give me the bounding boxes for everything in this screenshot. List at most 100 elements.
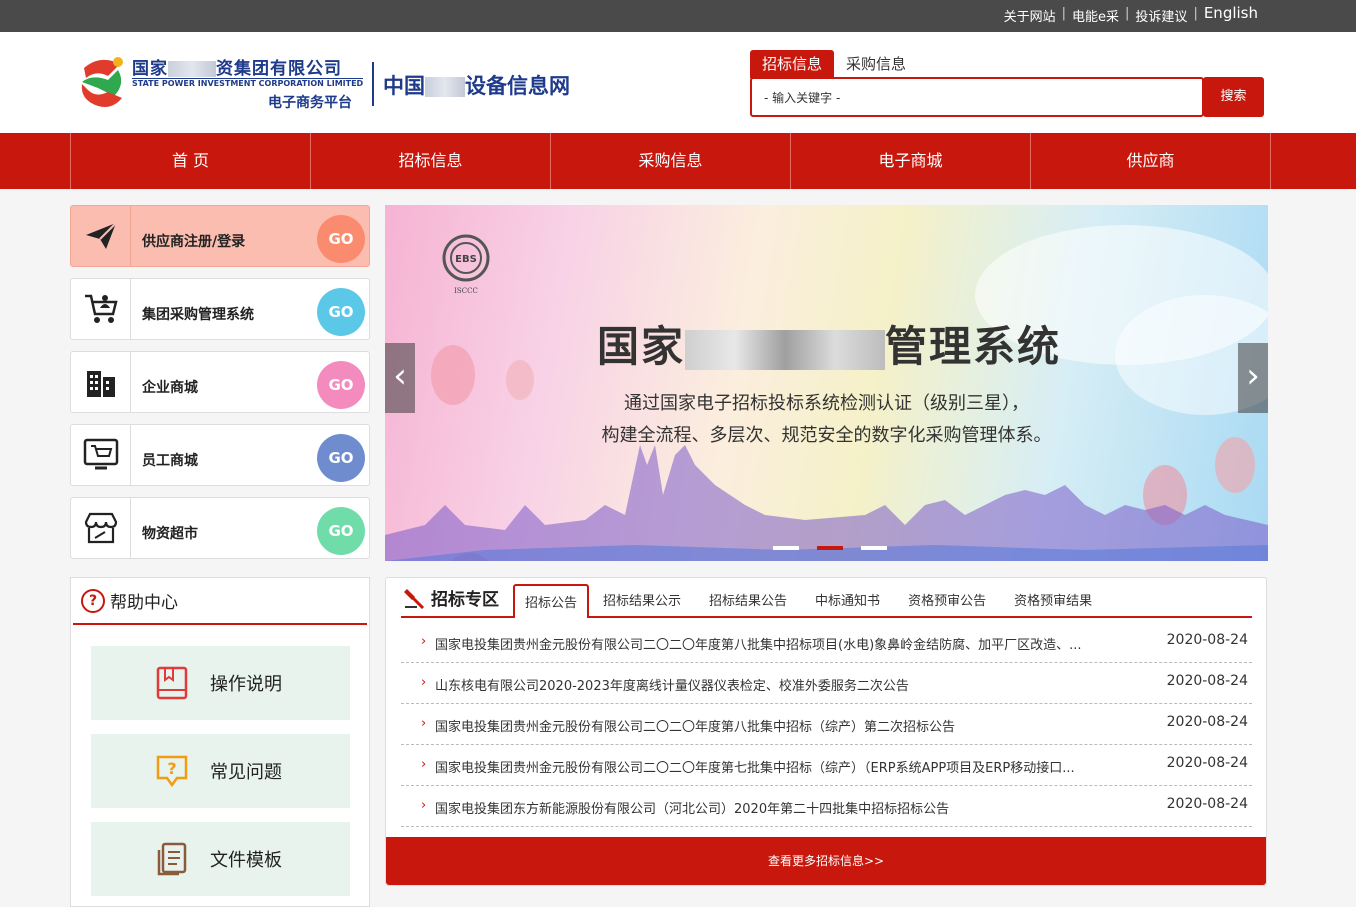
banner-dot[interactable] <box>773 546 799 550</box>
hammer-icon <box>404 589 425 609</box>
paper-plane-icon <box>71 206 131 266</box>
tender-list: › 国家电投集团贵州金元股份有限公司二〇二〇年度第八批集中招标项目(水电)象鼻岭… <box>401 622 1252 827</box>
tender-title-text: 招标专区 <box>431 590 499 610</box>
list-item-date: 2020-08-24 <box>1166 632 1248 648</box>
banner-title: 国家 管理系统 <box>597 313 1061 374</box>
search-input[interactable]: - 输入关键字 - <box>750 77 1204 117</box>
tab-tender-notice[interactable]: 招标公告 <box>513 584 590 618</box>
nav-item-supplier[interactable]: 供应商 <box>1031 133 1271 189</box>
list-item-title[interactable]: 国家电投集团贵州金元股份有限公司二〇二〇年度第八批集中招标项目(水电)象鼻岭金结… <box>435 634 1135 653</box>
help-item-label: 常见问题 <box>210 762 282 783</box>
banner-subtitle-line1: 通过国家电子招标投标系统检测认证（级别三星）， <box>624 393 1029 414</box>
monitor-cart-icon <box>71 425 131 485</box>
list-item[interactable]: › 山东核电有限公司2020-2023年度离线计量仪器仪表检定、校准外委服务二次… <box>401 663 1252 704</box>
nav-item-mall[interactable]: 电子商城 <box>791 133 1031 189</box>
tab-result-notice[interactable]: 招标结果公告 <box>695 590 801 616</box>
search-tab-purchase[interactable]: 采购信息 <box>834 50 918 78</box>
search-tabs: 招标信息 采购信息 <box>750 50 918 78</box>
list-item-title[interactable]: 国家电投集团贵州金元股份有限公司二〇二〇年度第七批集中招标（综产）（ERP系统A… <box>435 757 1135 776</box>
list-item[interactable]: › 国家电投集团东方新能源股份有限公司（河北公司）2020年第二十四批集中招标招… <box>401 786 1252 827</box>
store-icon <box>71 498 131 558</box>
help-item-label: 操作说明 <box>210 674 282 695</box>
redacted-blur <box>168 61 216 77</box>
go-button[interactable]: GO <box>317 507 365 555</box>
list-item-date: 2020-08-24 <box>1166 796 1248 812</box>
help-item-label: 文件模板 <box>210 850 282 871</box>
banner-dot[interactable] <box>861 546 887 550</box>
tender-panel-title: 招标专区 <box>401 585 513 616</box>
list-item-title[interactable]: 国家电投集团东方新能源股份有限公司（河北公司）2020年第二十四批集中招标招标公… <box>435 798 1135 817</box>
tab-result-publicity[interactable]: 招标结果公示 <box>589 590 695 616</box>
view-more-tender-button[interactable]: 查看更多招标信息>> <box>386 837 1266 885</box>
redacted-blur <box>685 329 886 370</box>
sidebar-item-label: 集团采购管理系统 <box>142 307 254 323</box>
go-button[interactable]: GO <box>317 434 365 482</box>
help-item-instructions[interactable]: 操作说明 <box>91 646 350 720</box>
help-item-templates[interactable]: 文件模板 <box>91 822 350 896</box>
logo-cn-suffix: 资集团有限公司 <box>216 59 342 79</box>
nav-item-home[interactable]: 首 页 <box>71 133 311 189</box>
ebs-badge-text: EBS <box>455 254 477 265</box>
e-purchase-link[interactable]: 电能e采 <box>1066 6 1125 25</box>
book-icon <box>156 666 188 700</box>
go-button[interactable]: GO <box>317 288 365 336</box>
go-button[interactable]: GO <box>317 361 365 409</box>
go-button[interactable]: GO <box>317 215 365 263</box>
main-nav: 首 页 招标信息 采购信息 电子商城 供应商 <box>0 133 1356 189</box>
list-item[interactable]: › 国家电投集团贵州金元股份有限公司二〇二〇年度第八批集中招标（综产）第二次招标… <box>401 704 1252 745</box>
list-item-date: 2020-08-24 <box>1166 714 1248 730</box>
building-icon <box>71 352 131 412</box>
tab-award-notice[interactable]: 中标通知书 <box>801 590 894 616</box>
list-item-title[interactable]: 山东核电有限公司2020-2023年度离线计量仪器仪表检定、校准外委服务二次公告 <box>435 675 1135 694</box>
list-item[interactable]: › 国家电投集团贵州金元股份有限公司二〇二〇年度第七批集中招标（综产）（ERP系… <box>401 745 1252 786</box>
list-item-title[interactable]: 国家电投集团贵州金元股份有限公司二〇二〇年度第八批集中招标（综产）第二次招标公告 <box>435 716 1135 735</box>
top-bar: 关于网站 | 电能e采 | 投诉建议 | English <box>0 0 1356 32</box>
nav-item-tender[interactable]: 招标信息 <box>311 133 551 189</box>
banner-title-suffix: 管理系统 <box>885 322 1062 371</box>
svg-text:?: ? <box>167 759 176 778</box>
english-link[interactable]: English <box>1198 4 1264 25</box>
banner-title-prefix: 国家 <box>597 322 686 371</box>
sidebar-item-label: 供应商注册/登录 <box>142 234 246 250</box>
banner-subtitle-line2: 构建全流程、多层次、规范安全的数字化采购管理体系。 <box>601 425 1052 446</box>
chevron-right-icon: › <box>421 757 427 772</box>
search-tab-tender[interactable]: 招标信息 <box>750 50 835 78</box>
chevron-right-icon: › <box>421 716 427 731</box>
sidebar-item-group-purchase[interactable]: 集团采购管理系统 GO <box>70 278 370 340</box>
search-button[interactable]: 搜索 <box>1203 77 1264 117</box>
banner-prev-button[interactable]: ‹ <box>385 343 415 413</box>
tender-panel: 招标专区 招标公告 招标结果公示 招标结果公告 中标通知书 资格预审公告 资格预… <box>385 577 1267 886</box>
sidebar-item-supplier-login[interactable]: 供应商注册/登录 GO <box>70 205 370 267</box>
site-name-suffix: 设备信息网 <box>465 74 570 98</box>
hero-banner[interactable]: EBS ISCCC 国家 管理系统 通过国家电子招标投标系统检测认证（级别三星），… <box>385 205 1268 561</box>
nav-item-purchase[interactable]: 采购信息 <box>551 133 791 189</box>
sidebar-item-employee-mall[interactable]: 员工商城 GO <box>70 424 370 486</box>
tab-prequal-result[interactable]: 资格预审结果 <box>1000 590 1106 616</box>
ebs-badge-icon: EBS ISCCC <box>442 234 490 295</box>
sidebar-item-label: 物资超市 <box>142 526 198 542</box>
list-item-date: 2020-08-24 <box>1166 673 1248 689</box>
top-links: 关于网站 | 电能e采 | 投诉建议 | English <box>998 4 1264 25</box>
redacted-blur <box>425 77 465 97</box>
banner-dot-active[interactable] <box>817 546 843 550</box>
site-name-prefix: 中国 <box>383 74 425 98</box>
about-link[interactable]: 关于网站 <box>998 6 1062 25</box>
company-logo[interactable]: 国家 资集团有限公司 STATE POWER INVESTMENT CORPORA… <box>78 52 368 116</box>
tab-prequal-notice[interactable]: 资格预审公告 <box>894 590 1000 616</box>
cart-person-icon <box>71 279 131 339</box>
chevron-right-icon: › <box>421 798 427 813</box>
chevron-right-icon: › <box>421 675 427 690</box>
help-item-faq[interactable]: ? 常见问题 <box>91 734 350 808</box>
logo-company-name: 国家 资集团有限公司 <box>132 54 342 79</box>
sidebar: 供应商注册/登录 GO 集团采购管理系统 GO 企业商城 GO 员工商城 GO … <box>70 205 370 570</box>
chevron-right-icon: › <box>421 634 427 649</box>
sidebar-item-enterprise-mall[interactable]: 企业商城 GO <box>70 351 370 413</box>
banner-next-button[interactable]: › <box>1238 343 1268 413</box>
sidebar-item-supply-market[interactable]: 物资超市 GO <box>70 497 370 559</box>
logo-cn-prefix: 国家 <box>132 59 168 79</box>
logo-mark-icon <box>81 57 123 107</box>
list-item[interactable]: › 国家电投集团贵州金元股份有限公司二〇二〇年度第八批集中招标项目(水电)象鼻岭… <box>401 622 1252 663</box>
banner-pagination <box>773 546 887 550</box>
question-bubble-icon: ? <box>156 755 188 788</box>
complaint-link[interactable]: 投诉建议 <box>1129 6 1193 25</box>
